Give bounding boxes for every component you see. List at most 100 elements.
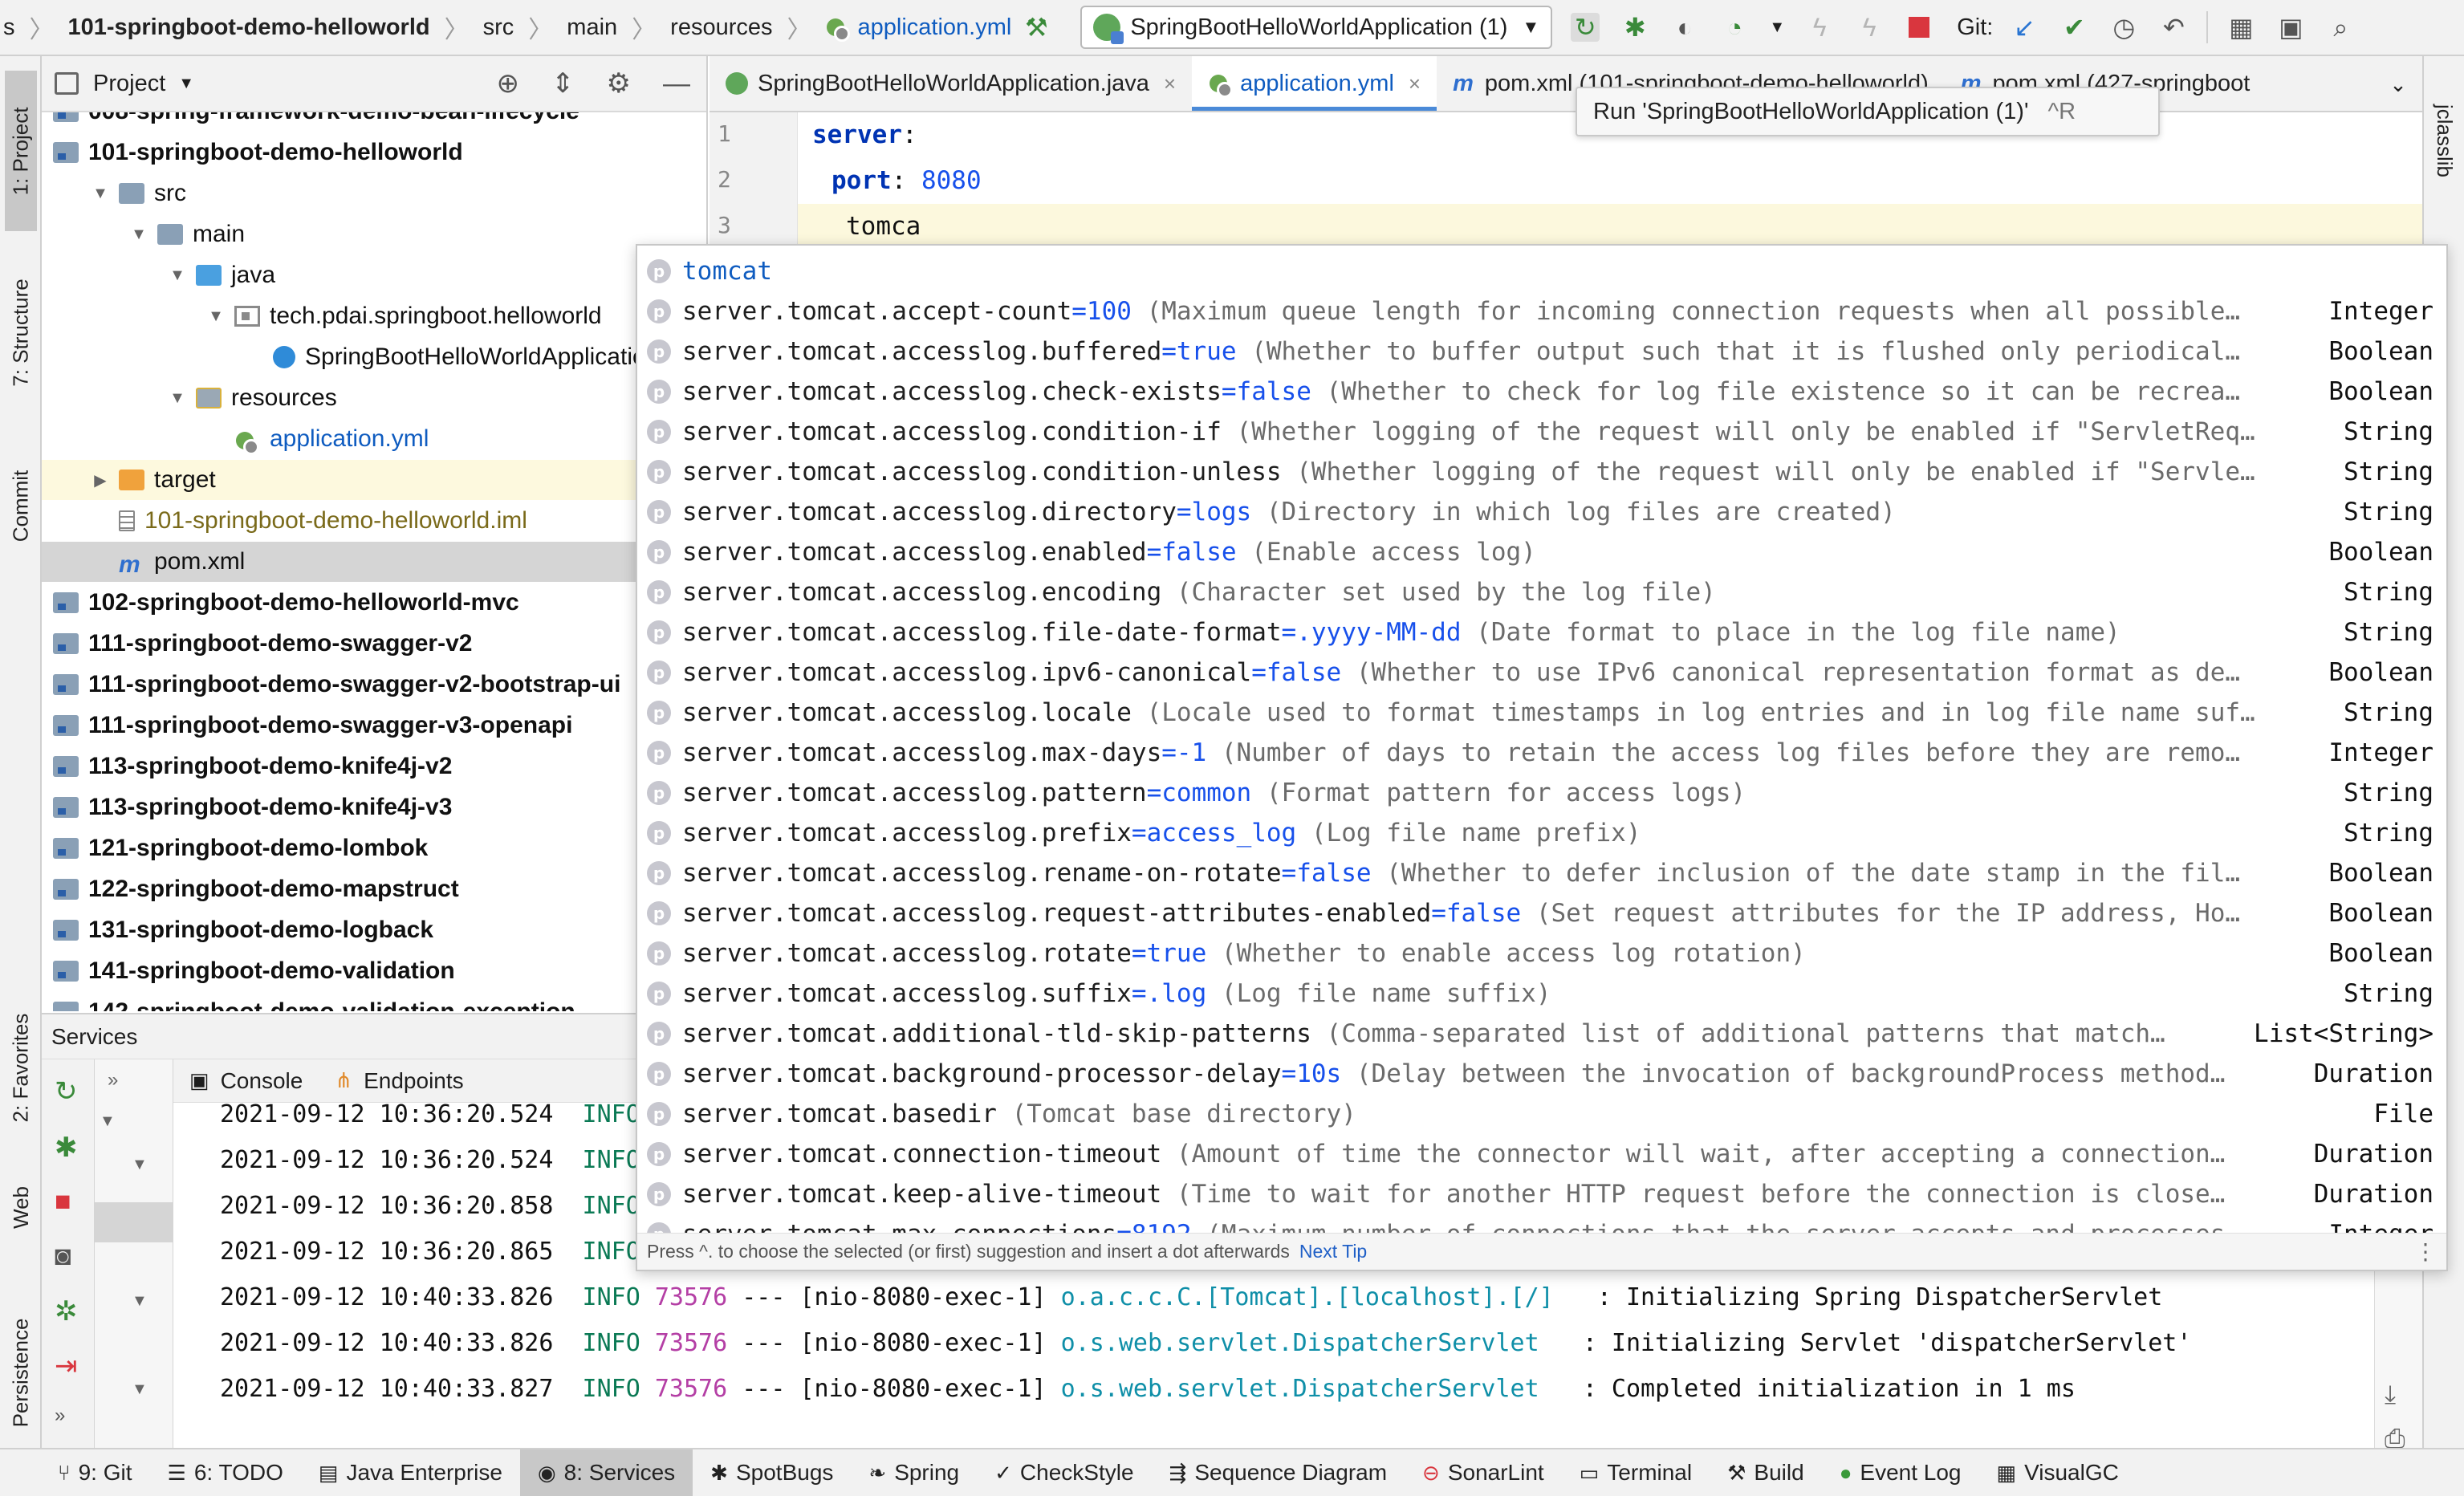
project-tree-node[interactable]: ▼ java	[42, 255, 706, 295]
next-tip-link[interactable]: Next Tip	[1299, 1241, 1367, 1262]
expand-more-icon[interactable]: »	[108, 1069, 118, 1092]
project-tree-node[interactable]: 141-springboot-demo-validation	[42, 951, 706, 991]
tool-window-button[interactable]: ☰ 6: TODO	[150, 1449, 301, 1496]
completion-item[interactable]: p server.tomcat.accesslog.encoding (Chara…	[637, 572, 2446, 612]
build-hammer-icon[interactable]: ⚒	[1022, 13, 1051, 42]
project-tree-node[interactable]: 102-springboot-demo-helloworld-mvc	[42, 583, 706, 623]
locate-target-icon[interactable]: ⊕	[497, 67, 520, 100]
project-tree-node[interactable]: 131-springboot-demo-logback	[42, 910, 706, 950]
camera-icon[interactable]: ◙	[55, 1241, 71, 1272]
project-tree-node[interactable]: application.yml	[42, 419, 706, 459]
project-tree-node[interactable]: ▼ src	[42, 173, 706, 213]
services-tree-selected-row[interactable]	[95, 1202, 173, 1242]
completion-item[interactable]: p server.tomcat.accesslog.request-attribu…	[637, 893, 2446, 933]
project-tree-node[interactable]: 113-springboot-demo-knife4j-v2	[42, 746, 706, 787]
project-tree-node[interactable]: 101-springboot-demo-helloworld	[42, 132, 706, 173]
commit-tool-window-tab[interactable]: Commit	[5, 441, 37, 570]
completion-item[interactable]: p server.tomcat.accept-count=100 (Maximum…	[637, 291, 2446, 331]
editor-tab[interactable]: SpringBootHelloWorldApplication.java ×	[710, 56, 1192, 111]
tool-window-button[interactable]: ⚒ Build	[1710, 1449, 1822, 1496]
breadcrumb-item[interactable]: resources	[670, 14, 772, 41]
project-panel-title[interactable]: Project	[93, 71, 165, 97]
project-tree-node[interactable]: 111-springboot-demo-swagger-v2-bootstrap…	[42, 665, 706, 705]
rerun-icon[interactable]: ↻	[55, 1075, 78, 1108]
breadcrumb-item[interactable]: 101-springboot-demo-helloworld	[68, 14, 430, 41]
git-history-clock-icon[interactable]: ◷	[2109, 13, 2138, 42]
breadcrumb-item[interactable]: s	[3, 14, 15, 41]
run-configuration-selector[interactable]: SpringBootHelloWorldApplication (1) ▼	[1080, 6, 1553, 49]
more-chevron-icon[interactable]: »	[55, 1405, 65, 1427]
tool-window-button[interactable]: ✓ CheckStyle	[977, 1449, 1151, 1496]
chevron-down-icon[interactable]: ▼	[169, 389, 186, 408]
completion-item[interactable]: p server.tomcat.accesslog.suffix=.log (Lo…	[637, 974, 2446, 1014]
tab-endpoints[interactable]: ⋔ Endpoints	[319, 1059, 479, 1103]
exit-icon[interactable]: ⇥	[55, 1350, 78, 1382]
completion-item[interactable]: p server.tomcat.additional-tld-skip-patte…	[637, 1014, 2446, 1054]
git-commit-check-icon[interactable]: ✔	[2059, 13, 2088, 42]
tree-arrow-icon[interactable]: ▼	[132, 1156, 148, 1174]
chevron-down-icon[interactable]: ▼	[130, 226, 148, 244]
completion-item[interactable]: p server.tomcat.connection-timeout (Amoun…	[637, 1134, 2446, 1174]
hot-swap-all-icon[interactable]: ϟ	[1855, 13, 1884, 42]
project-tree-node[interactable]: SpringBootHelloWorldApplication	[42, 337, 706, 377]
completion-item[interactable]: p server.tomcat.accesslog.prefix=access_l…	[637, 813, 2446, 853]
tool-window-button[interactable]: ▭ Terminal	[1562, 1449, 1710, 1496]
chevron-down-icon[interactable]: ▼	[1763, 13, 1791, 42]
tool-window-button[interactable]: ❧ Spring	[851, 1449, 977, 1496]
code-line[interactable]: port: 8080	[798, 158, 2422, 203]
completion-item[interactable]: p server.tomcat.basedir (Tomcat base dire…	[637, 1094, 2446, 1134]
chevron-down-icon[interactable]: ⌄	[2374, 56, 2422, 111]
debug-bug-icon[interactable]: ✱	[55, 1132, 78, 1164]
completion-item[interactable]: p server.tomcat.accesslog.rotate=true (Wh…	[637, 933, 2446, 974]
rerun-icon[interactable]: ↻	[1571, 13, 1600, 42]
rollback-icon[interactable]: ↶	[2159, 13, 2188, 42]
project-tree-node[interactable]: 008-spring-framework-demo-bean-lifecycle	[42, 112, 706, 132]
completion-item[interactable]: p server.tomcat.accesslog.condition-unles…	[637, 452, 2446, 492]
project-tree-node[interactable]: 101-springboot-demo-helloworld.iml	[42, 501, 706, 541]
debug-settings-icon[interactable]: ✲	[55, 1295, 78, 1327]
completion-item[interactable]: p server.tomcat.accesslog.pattern=common …	[637, 773, 2446, 813]
completion-item[interactable]: p server.tomcat.keep-alive-timeout (Time …	[637, 1174, 2446, 1214]
chevron-down-icon[interactable]: ▼	[169, 266, 186, 285]
project-tree-node[interactable]: 111-springboot-demo-swagger-v3-openapi	[42, 705, 706, 746]
project-tree-node[interactable]: 111-springboot-demo-swagger-v2	[42, 624, 706, 664]
run-with-coverage-icon[interactable]: ◐	[1670, 13, 1699, 42]
scroll-to-end-icon[interactable]: ⤓	[2385, 1380, 2396, 1410]
completion-item[interactable]: p server.tomcat.accesslog.max-days=-1 (Nu…	[637, 733, 2446, 773]
tool-window-button[interactable]: ▤ Java Enterprise	[301, 1449, 520, 1496]
completion-item[interactable]: p server.tomcat.accesslog.directory=logs …	[637, 492, 2446, 532]
tool-window-button[interactable]: ◉ 8: Services	[519, 1449, 693, 1496]
debug-bug-icon[interactable]: ✱	[1620, 13, 1649, 42]
close-icon[interactable]: ×	[1409, 71, 1421, 96]
jclasslib-tool-window-tab[interactable]: jclasslib	[2429, 80, 2461, 201]
git-update-arrow-icon[interactable]: ↙	[2010, 13, 2039, 42]
profiler-icon[interactable]: ◔	[1720, 13, 1749, 42]
presentation-mode-icon[interactable]: ▣	[2276, 13, 2305, 42]
completion-item[interactable]: p server.tomcat.accesslog.ipv6-canonical=…	[637, 652, 2446, 693]
tree-arrow-icon[interactable]: ▼	[132, 1292, 148, 1311]
completion-item[interactable]: p server.tomcat.accesslog.condition-if (W…	[637, 412, 2446, 452]
structure-tool-window-tab[interactable]: 7: Structure	[5, 252, 37, 413]
breadcrumb-item[interactable]: main	[567, 14, 617, 41]
project-tree-node[interactable]: 121-springboot-demo-lombok	[42, 828, 706, 868]
minimize-icon[interactable]: —	[663, 68, 690, 100]
project-tree-node[interactable]: ▶ target	[42, 460, 706, 500]
code-editor[interactable]: 123 server: port: 8080 tomca	[710, 112, 2422, 249]
completion-item[interactable]: p server.tomcat.accesslog.check-exists=fa…	[637, 372, 2446, 412]
chevron-down-icon[interactable]: ▼	[207, 307, 225, 326]
tree-arrow-icon[interactable]: ▼	[132, 1380, 148, 1399]
completion-item[interactable]: p tomcat	[637, 251, 2446, 291]
project-tree-node[interactable]: ▼ main	[42, 214, 706, 254]
close-icon[interactable]: ×	[1164, 71, 1176, 96]
stop-icon[interactable]	[1905, 13, 1933, 42]
chevron-down-icon[interactable]: ▼	[178, 75, 194, 93]
completion-item[interactable]: p server.tomcat.background-processor-dela…	[637, 1054, 2446, 1094]
project-tree-node[interactable]: ▼ resources	[42, 378, 706, 418]
tool-window-button[interactable]: ⑂ 9: Git	[40, 1449, 150, 1496]
tree-arrow-icon[interactable]: ▼	[100, 1112, 116, 1131]
breadcrumb-item[interactable]: src	[483, 14, 514, 41]
tool-window-button[interactable]: ▦ VisualGC	[1979, 1449, 2137, 1496]
gear-icon[interactable]: ⚙	[607, 67, 631, 100]
tool-window-button[interactable]: ⇶ Sequence Diagram	[1152, 1449, 1405, 1496]
persistence-tool-window-tab[interactable]: Persistence	[5, 1292, 37, 1453]
